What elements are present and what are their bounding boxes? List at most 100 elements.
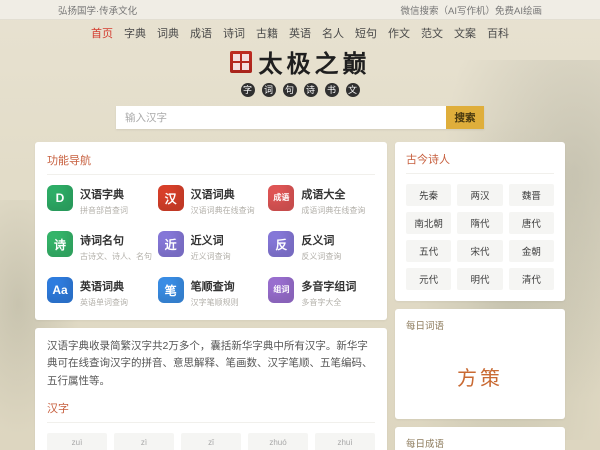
feature-subtitle: 英语单词查询 (80, 297, 128, 308)
site-slogan: 弘扬国学·传承文化 (58, 3, 137, 17)
feature-nav-title: 功能导航 (47, 152, 375, 175)
feature-duoyinzi-zuci[interactable]: 组词 多音字组词 多音字大全 (268, 277, 375, 308)
logo[interactable]: 太极之巅 (35, 44, 565, 79)
feature-bishun-chaxun[interactable]: 笔 笔顺查询 汉字笔顺规则 (158, 277, 265, 308)
hanzi-pinyin: zhuó (248, 438, 308, 447)
daily-idiom-title: 每日成语 (406, 436, 554, 450)
era-nanbeichao[interactable]: 南北朝 (406, 212, 451, 234)
feature-title: 近义词 (191, 232, 231, 248)
era-jinchao[interactable]: 金朝 (509, 240, 554, 262)
feature-subtitle: 成语词典在线查询 (301, 205, 365, 216)
nav-item-baike[interactable]: 百科 (487, 25, 509, 41)
feature-title: 汉语字典 (80, 186, 128, 202)
era-xianqin[interactable]: 先秦 (406, 184, 451, 206)
feature-nav-card: 功能导航 D 汉语字典 拼音部首查词 汉 汉语词典 汉语词典在线查询 成语 (35, 142, 387, 320)
poets-title: 古今诗人 (406, 151, 554, 174)
era-mingdai[interactable]: 明代 (457, 268, 502, 290)
feature-subtitle: 古诗文、诗人、名句 (80, 251, 152, 262)
feature-grid: D 汉语字典 拼音部首查词 汉 汉语词典 汉语词典在线查询 成语 成语大全 成语… (47, 185, 375, 308)
daily-word-value[interactable]: 方策 (406, 362, 554, 391)
feature-jinyici[interactable]: 近 近义词 近义词查询 (158, 231, 265, 262)
feature-fanyici[interactable]: 反 反义词 反义词查询 (268, 231, 375, 262)
era-grid: 先秦 两汉 魏晋 南北朝 隋代 唐代 五代 宋代 金朝 元代 明代 清代 (406, 184, 554, 290)
search-button[interactable]: 搜索 (446, 106, 484, 129)
hanzi-cell[interactable]: zuì 絊 (47, 433, 107, 450)
logo-badges: 字 词 句 诗 书 文 (35, 83, 565, 97)
feature-subtitle: 拼音部首查词 (80, 205, 128, 216)
badge-ci: 词 (262, 83, 276, 97)
synonym-icon: 近 (158, 231, 184, 257)
word-dictionary-icon: 汉 (158, 185, 184, 211)
nav-item-fanwen[interactable]: 范文 (421, 25, 443, 41)
era-qingdai[interactable]: 清代 (509, 268, 554, 290)
feature-subtitle: 多音字大全 (301, 297, 356, 308)
nav-item-shici[interactable]: 诗词 (223, 25, 245, 41)
nav-item-chengyu[interactable]: 成语 (190, 25, 212, 41)
feature-subtitle: 近义词查询 (191, 251, 231, 262)
era-yuandai[interactable]: 元代 (406, 268, 451, 290)
hanzi-cell[interactable]: zì 荢 (114, 433, 174, 450)
badge-shu: 书 (325, 83, 339, 97)
hanzi-section-title: 汉字 (47, 400, 375, 423)
nav-item-home[interactable]: 首页 (91, 25, 113, 41)
site-title: 太极之巅 (259, 44, 371, 79)
feature-hanyu-cidian[interactable]: 汉 汉语词典 汉语词典在线查询 (158, 185, 265, 216)
feature-title: 笔顺查询 (191, 278, 239, 294)
nav-item-zuowen[interactable]: 作文 (388, 25, 410, 41)
era-tangdai[interactable]: 唐代 (509, 212, 554, 234)
era-weijin[interactable]: 魏晋 (509, 184, 554, 206)
main-column: 功能导航 D 汉语字典 拼音部首查词 汉 汉语词典 汉语词典在线查询 成语 (35, 142, 387, 450)
nav-item-yingyu[interactable]: 英语 (289, 25, 311, 41)
feature-title: 诗词名句 (80, 232, 152, 248)
badge-ju: 句 (283, 83, 297, 97)
polyphone-icon: 组词 (268, 277, 294, 303)
wechat-promo-text: 微信搜索（AI写作机）免费AI绘画 (401, 3, 542, 17)
feature-subtitle: 反义词查询 (301, 251, 341, 262)
hanzi-pinyin: zì (114, 438, 174, 447)
feature-title: 反义词 (301, 232, 341, 248)
era-wudai[interactable]: 五代 (406, 240, 451, 262)
era-suidai[interactable]: 隋代 (457, 212, 502, 234)
daily-word-card: 每日词语 方策 (395, 309, 565, 419)
era-songdai[interactable]: 宋代 (457, 240, 502, 262)
main-nav: 首页 字典 词典 成语 诗词 古籍 英语 名人 短句 作文 范文 文案 百科 (35, 25, 565, 41)
nav-item-guji[interactable]: 古籍 (256, 25, 278, 41)
hanzi-cell[interactable]: zǐ 姕 (181, 433, 241, 450)
top-utility-bar: 弘扬国学·传承文化 微信搜索（AI写作机）免费AI绘画 (0, 0, 600, 20)
nav-item-wenan[interactable]: 文案 (454, 25, 476, 41)
daily-word-title: 每日词语 (406, 318, 554, 332)
idiom-icon: 成语 (268, 185, 294, 211)
nav-item-cidian[interactable]: 词典 (157, 25, 179, 41)
hanzi-cell[interactable]: zhuó 擢 (248, 433, 308, 450)
stroke-order-icon: 笔 (158, 277, 184, 303)
hanzi-pinyin: zǐ (181, 438, 241, 447)
sidebar: 古今诗人 先秦 两汉 魏晋 南北朝 隋代 唐代 五代 宋代 金朝 元代 明代 清… (395, 142, 565, 450)
dictionary-icon: D (47, 185, 73, 211)
feature-title: 多音字组词 (301, 278, 356, 294)
hanzi-grid: zuì 絊 zì 荢 zǐ 姕 zhuó 擢 zhuì 膇 (47, 433, 375, 450)
antonym-icon: 反 (268, 231, 294, 257)
badge-wen: 文 (346, 83, 360, 97)
feature-title: 成语大全 (301, 186, 365, 202)
feature-subtitle: 汉语词典在线查询 (191, 205, 255, 216)
feature-yingyu-cidian[interactable]: Aa 英语词典 英语单词查询 (47, 277, 154, 308)
feature-chengyu-daquan[interactable]: 成语 成语大全 成语词典在线查询 (268, 185, 375, 216)
badge-zi: 字 (241, 83, 255, 97)
nav-item-zidian[interactable]: 字典 (124, 25, 146, 41)
hanzi-pinyin: zhuì (315, 438, 375, 447)
nav-item-duanju[interactable]: 短句 (355, 25, 377, 41)
era-lianghan[interactable]: 两汉 (457, 184, 502, 206)
hanzi-cell[interactable]: zhuì 膇 (315, 433, 375, 450)
poetry-icon: 诗 (47, 231, 73, 257)
nav-item-mingren[interactable]: 名人 (322, 25, 344, 41)
search-input[interactable] (116, 106, 446, 129)
feature-hanyu-zidian[interactable]: D 汉语字典 拼音部首查词 (47, 185, 154, 216)
seal-icon (230, 51, 252, 73)
poets-card: 古今诗人 先秦 两汉 魏晋 南北朝 隋代 唐代 五代 宋代 金朝 元代 明代 清… (395, 142, 565, 301)
hanzi-pinyin: zuì (47, 438, 107, 447)
badge-shi: 诗 (304, 83, 318, 97)
hanzi-card: 汉语字典收录简繁汉字共2万多个，囊括新华字典中所有汉字。新华字典可在线查询汉字的… (35, 328, 387, 450)
feature-title: 汉语词典 (191, 186, 255, 202)
feature-shici-mingju[interactable]: 诗 诗词名句 古诗文、诗人、名句 (47, 231, 154, 262)
feature-subtitle: 汉字笔顺规则 (191, 297, 239, 308)
